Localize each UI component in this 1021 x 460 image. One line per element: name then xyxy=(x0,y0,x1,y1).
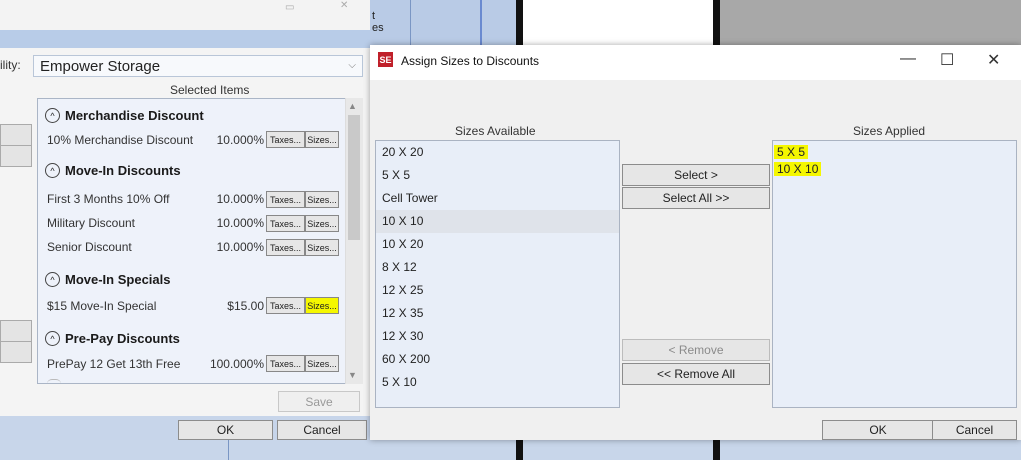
discount-name: PrePay 12 Get 13th Free xyxy=(47,357,181,371)
discount-value: 10.000% xyxy=(216,240,264,254)
list-item-selected[interactable]: 10 X 10 xyxy=(376,210,619,233)
background-window-top xyxy=(0,0,370,30)
taxes-button[interactable]: Taxes... xyxy=(266,131,305,148)
background-divider xyxy=(228,440,229,460)
background-black-bar xyxy=(516,440,523,460)
background-bottom-strip xyxy=(0,440,1021,460)
partial-button[interactable] xyxy=(0,145,32,167)
list-item-highlighted[interactable]: 10 X 10 xyxy=(774,162,822,176)
taxes-button[interactable]: Taxes... xyxy=(266,239,305,256)
remove-all-button[interactable]: << Remove All xyxy=(622,363,770,385)
background-black-bar xyxy=(713,0,720,50)
collapse-icon[interactable]: ^ xyxy=(45,331,60,346)
background-column xyxy=(370,0,520,50)
discount-name: Military Discount xyxy=(47,216,136,230)
discount-value: $15.00 xyxy=(227,299,264,313)
background-close-icon: ✕ xyxy=(340,0,349,11)
group-title: Move-In Specials xyxy=(65,272,171,287)
background-black-bar xyxy=(516,0,523,50)
facility-select[interactable]: Empower Storage ⌵ xyxy=(33,55,363,77)
dialog-cancel-button[interactable]: Cancel xyxy=(932,420,1017,440)
background-fragment-text: t es xyxy=(372,10,384,34)
group-header[interactable]: ^ Move-In Specials xyxy=(45,272,170,287)
save-button[interactable]: Save xyxy=(278,391,360,412)
discount-value: 10.000% xyxy=(216,192,264,206)
list-item-highlighted[interactable]: 5 X 5 xyxy=(774,145,809,159)
partial-button[interactable] xyxy=(0,341,32,363)
sizes-applied-label: Sizes Applied xyxy=(853,124,926,138)
group-header[interactable]: ^ Move-In Discounts xyxy=(45,163,181,178)
sizes-applied-list[interactable]: 5 X 5 10 X 10 xyxy=(772,140,1017,408)
background-divider xyxy=(410,0,411,50)
sizes-button[interactable]: Sizes... xyxy=(305,215,339,232)
sizes-button[interactable]: Sizes... xyxy=(305,239,339,256)
ok-button[interactable]: OK xyxy=(178,420,273,440)
list-item[interactable]: 60 X 200 xyxy=(376,348,619,371)
partial-button[interactable] xyxy=(0,124,32,146)
maximize-icon[interactable]: ☐ xyxy=(940,50,954,70)
group-title: Move-In Discounts xyxy=(65,163,181,178)
facility-label: ility: xyxy=(0,58,21,72)
list-item[interactable]: 5 X 10 xyxy=(376,371,619,394)
select-all-button[interactable]: Select All >> xyxy=(622,187,770,209)
discount-value: 10.000% xyxy=(216,133,264,147)
group-header[interactable]: ^ Merchandise Discount xyxy=(45,108,204,123)
app-logo-icon: SE xyxy=(378,52,393,67)
collapse-icon[interactable]: ^ xyxy=(45,272,60,287)
dialog-ok-button[interactable]: OK xyxy=(822,420,934,440)
taxes-button[interactable]: Taxes... xyxy=(266,215,305,232)
sizes-available-label: Sizes Available xyxy=(455,124,536,138)
discount-name: $15 Move-In Special xyxy=(47,299,157,313)
selected-items-title: Selected Items xyxy=(170,83,250,97)
close-icon[interactable]: ✕ xyxy=(987,50,1000,70)
scroll-thumb[interactable] xyxy=(348,115,360,240)
discount-name: Senior Discount xyxy=(47,240,132,254)
group-title: Pre-Pay Discounts xyxy=(65,331,180,346)
discount-name: 10% Merchandise Discount xyxy=(47,133,194,147)
taxes-button[interactable]: Taxes... xyxy=(266,297,305,314)
list-item[interactable]: Cell Tower xyxy=(376,187,619,210)
list-item[interactable]: 8 X 12 xyxy=(376,256,619,279)
minimize-icon[interactable]: — xyxy=(900,50,916,68)
scroll-up-icon[interactable]: ▲ xyxy=(348,101,357,111)
group-title: Merchandise Discount xyxy=(65,108,204,123)
background-black-bar xyxy=(713,440,720,460)
cancel-button[interactable]: Cancel xyxy=(277,420,367,440)
remove-button[interactable]: < Remove xyxy=(622,339,770,361)
collapse-icon[interactable]: ^ xyxy=(45,163,60,178)
list-item[interactable]: 20 X 20 xyxy=(376,141,619,164)
list-item[interactable]: 12 X 30 xyxy=(376,325,619,348)
scroll-down-icon[interactable]: ▼ xyxy=(348,370,357,380)
background-gray-panel xyxy=(720,0,1021,50)
collapse-icon[interactable]: ^ xyxy=(45,108,60,123)
facility-select-value: Empower Storage xyxy=(40,58,161,75)
background-white-panel xyxy=(520,0,720,50)
sizes-button[interactable]: Sizes... xyxy=(305,355,339,372)
list-item[interactable]: 12 X 35 xyxy=(376,302,619,325)
dialog-title: Assign Sizes to Discounts xyxy=(401,54,540,68)
taxes-button[interactable]: Taxes... xyxy=(266,191,305,208)
background-divider xyxy=(480,0,482,50)
discount-name: First 3 Months 10% Off xyxy=(47,192,170,206)
group-header[interactable]: ^ Pre-Pay Discounts xyxy=(45,331,180,346)
partial-button[interactable] xyxy=(0,320,32,342)
sizes-available-list[interactable]: 20 X 20 5 X 5 Cell Tower 10 X 10 10 X 20… xyxy=(375,140,620,408)
list-item[interactable]: 12 X 25 xyxy=(376,279,619,302)
list-item[interactable]: 5 X 5 xyxy=(376,164,619,187)
chevron-down-icon: ⌵ xyxy=(348,60,356,71)
discount-value: 100.000% xyxy=(209,357,264,371)
sizes-button[interactable]: Sizes... xyxy=(305,131,339,148)
list-item[interactable]: 10 X 20 xyxy=(376,233,619,256)
background-minimize-icon: ▭ xyxy=(285,2,295,13)
discount-value: 10.000% xyxy=(216,216,264,230)
sizes-button[interactable]: Sizes... xyxy=(305,191,339,208)
background-title-bar xyxy=(0,30,370,48)
sizes-button-highlighted[interactable]: Sizes... xyxy=(305,297,339,314)
partial-collapse-icon xyxy=(47,379,61,384)
select-button[interactable]: Select > xyxy=(622,164,770,186)
taxes-button[interactable]: Taxes... xyxy=(266,355,305,372)
